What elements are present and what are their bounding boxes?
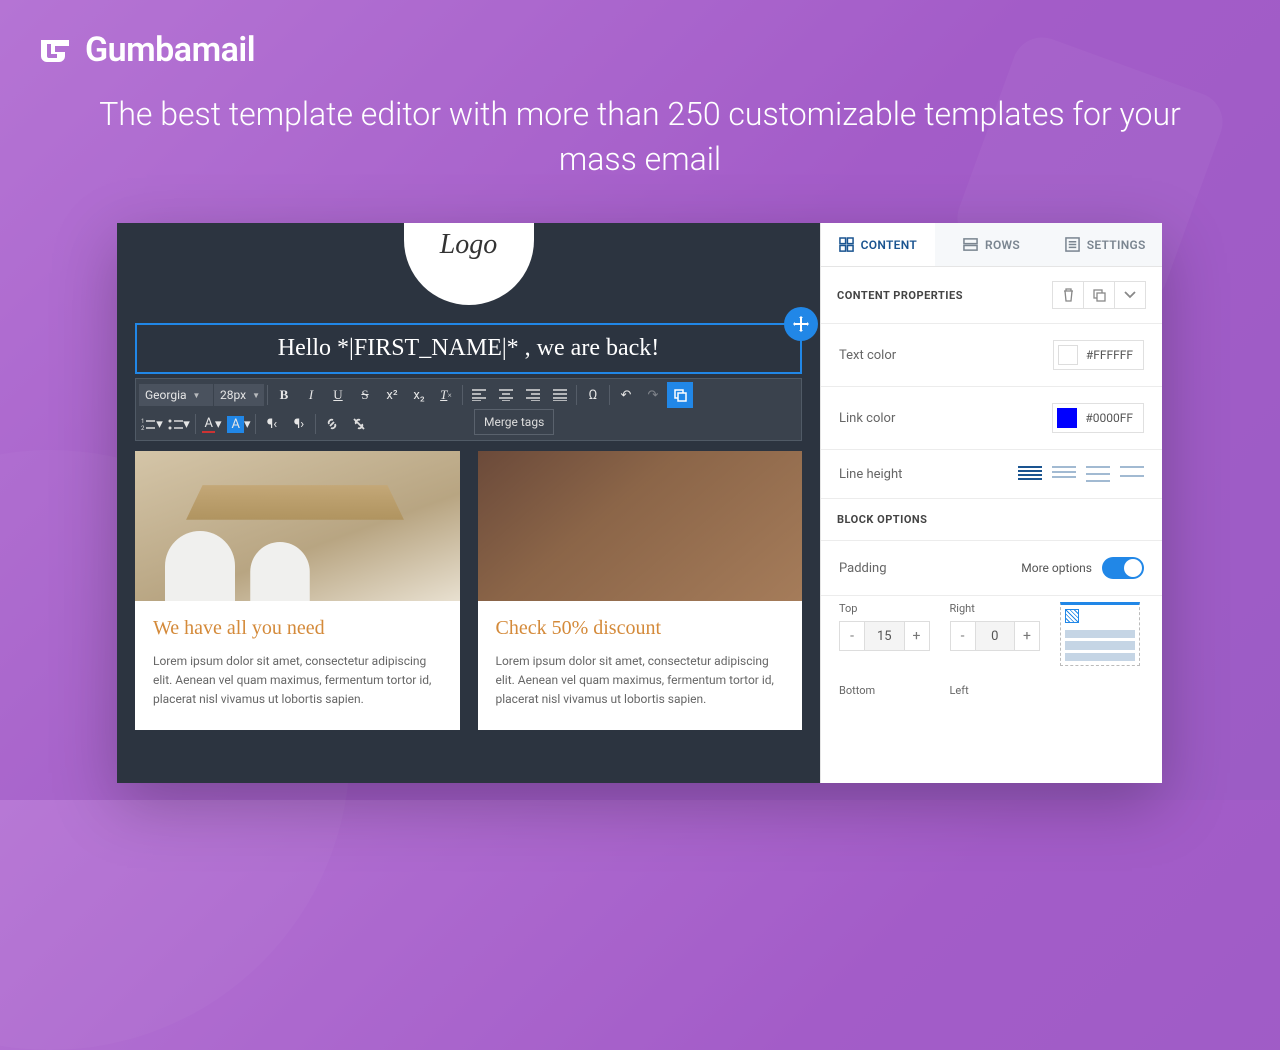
- rtl-button[interactable]: ¶›: [286, 411, 312, 437]
- editor-window: Logo Hello *|FIRST_NAME|* , we are back!…: [117, 223, 1162, 783]
- separator: [267, 385, 268, 405]
- padding-controls-row2: Bottom Left: [821, 684, 1162, 703]
- line-height-xloose[interactable]: [1120, 466, 1144, 482]
- subscript-button[interactable]: x₂: [406, 382, 432, 408]
- section-header-properties: CONTENT PROPERTIES: [821, 267, 1162, 324]
- tab-settings[interactable]: SETTINGS: [1048, 223, 1162, 266]
- line-height-row: Line height: [821, 450, 1162, 499]
- duplicate-button[interactable]: [1083, 281, 1115, 309]
- padding-controls: Top - 15 + Right - 0 +: [821, 596, 1162, 684]
- svg-text:2: 2: [141, 425, 145, 430]
- separator: [195, 414, 196, 434]
- svg-text:1: 1: [141, 418, 144, 425]
- underline-button[interactable]: U: [325, 382, 351, 408]
- copy-button[interactable]: [667, 382, 693, 408]
- trash-icon: [1062, 288, 1075, 302]
- padding-right-stepper[interactable]: - 0 +: [950, 621, 1041, 651]
- line-height-loose[interactable]: [1086, 466, 1110, 482]
- rich-text-toolbar: Georgia 28px B I U S x² x₂ T× Ω ↶ ↷ 12▾ …: [135, 378, 802, 441]
- font-size-select[interactable]: 28px: [214, 384, 264, 406]
- brand-logo-icon: [35, 30, 75, 70]
- grid-icon: [839, 237, 854, 252]
- separator: [609, 385, 610, 405]
- rows-icon: [963, 237, 978, 252]
- line-height-tight[interactable]: [1018, 466, 1042, 482]
- template-logo[interactable]: Logo: [404, 223, 534, 305]
- unordered-list-button[interactable]: ▾: [166, 411, 192, 437]
- redo-button[interactable]: ↷: [640, 382, 666, 408]
- color-swatch: [1058, 345, 1078, 365]
- undo-button[interactable]: ↶: [613, 382, 639, 408]
- card-title: Check 50% discount: [496, 617, 785, 640]
- collapse-button[interactable]: [1114, 281, 1146, 309]
- padding-top-stepper[interactable]: - 15 +: [839, 621, 930, 651]
- separator: [255, 414, 256, 434]
- separator: [462, 385, 463, 405]
- text-color-row: Text color #FFFFFF: [821, 324, 1162, 387]
- settings-icon: [1065, 237, 1080, 252]
- bg-color-button[interactable]: A ▾: [226, 411, 252, 437]
- selected-text-block[interactable]: Hello *|FIRST_NAME|* , we are back!: [135, 323, 802, 374]
- padding-preview-icon: [1060, 602, 1140, 666]
- link-button[interactable]: [319, 411, 345, 437]
- unlink-button[interactable]: [346, 411, 372, 437]
- line-height-normal[interactable]: [1052, 466, 1076, 482]
- tab-content[interactable]: CONTENT: [821, 223, 935, 266]
- headline-text: Hello *|FIRST_NAME|* , we are back!: [278, 335, 660, 361]
- align-center-button[interactable]: [493, 382, 519, 408]
- bold-button[interactable]: B: [271, 382, 297, 408]
- padding-row: Padding More options: [821, 541, 1162, 596]
- increment-button[interactable]: +: [1015, 622, 1039, 650]
- increment-button[interactable]: +: [905, 622, 929, 650]
- delete-button[interactable]: [1052, 281, 1084, 309]
- card-image: [135, 451, 460, 601]
- card-body-text: Lorem ipsum dolor sit amet, consectetur …: [496, 652, 785, 710]
- copy-icon: [1093, 289, 1106, 302]
- content-card[interactable]: We have all you need Lorem ipsum dolor s…: [135, 451, 460, 730]
- superscript-button[interactable]: x²: [379, 382, 405, 408]
- align-left-button[interactable]: [466, 382, 492, 408]
- more-options-toggle[interactable]: [1102, 557, 1144, 579]
- color-swatch: [1057, 408, 1077, 428]
- chevron-down-icon: [1124, 291, 1136, 299]
- email-canvas[interactable]: Logo Hello *|FIRST_NAME|* , we are back!…: [117, 223, 820, 783]
- font-family-select[interactable]: Georgia: [139, 384, 213, 406]
- text-color-input[interactable]: #FFFFFF: [1053, 340, 1144, 370]
- section-header-block: BLOCK OPTIONS: [821, 499, 1162, 541]
- strike-button[interactable]: S: [352, 382, 378, 408]
- card-title: We have all you need: [153, 617, 442, 640]
- properties-panel: CONTENT ROWS SETTINGS CONTENT PROPERTIES…: [820, 223, 1162, 783]
- clear-format-button[interactable]: T×: [433, 382, 459, 408]
- special-char-button[interactable]: Ω: [580, 382, 606, 408]
- decrement-button[interactable]: -: [951, 622, 975, 650]
- italic-button[interactable]: I: [298, 382, 324, 408]
- card-row: We have all you need Lorem ipsum dolor s…: [135, 451, 802, 730]
- card-image: [478, 451, 803, 601]
- brand-name: Gumbamail: [85, 30, 255, 70]
- separator: [576, 385, 577, 405]
- card-body-text: Lorem ipsum dolor sit amet, consectetur …: [153, 652, 442, 710]
- more-options-label: More options: [1021, 561, 1092, 575]
- merge-tags-tooltip: Merge tags: [474, 409, 554, 435]
- text-color-button[interactable]: A ▾: [199, 411, 225, 437]
- move-handle-icon[interactable]: [784, 307, 818, 341]
- tab-rows[interactable]: ROWS: [935, 223, 1049, 266]
- align-justify-button[interactable]: [547, 382, 573, 408]
- ltr-button[interactable]: ¶‹: [259, 411, 285, 437]
- panel-tabs: CONTENT ROWS SETTINGS: [821, 223, 1162, 267]
- separator: [315, 414, 316, 434]
- decrement-button[interactable]: -: [840, 622, 864, 650]
- link-color-row: Link color #0000FF: [821, 387, 1162, 450]
- align-right-button[interactable]: [520, 382, 546, 408]
- content-card[interactable]: Check 50% discount Lorem ipsum dolor sit…: [478, 451, 803, 730]
- ordered-list-button[interactable]: 12▾: [139, 411, 165, 437]
- link-color-input[interactable]: #0000FF: [1052, 403, 1144, 433]
